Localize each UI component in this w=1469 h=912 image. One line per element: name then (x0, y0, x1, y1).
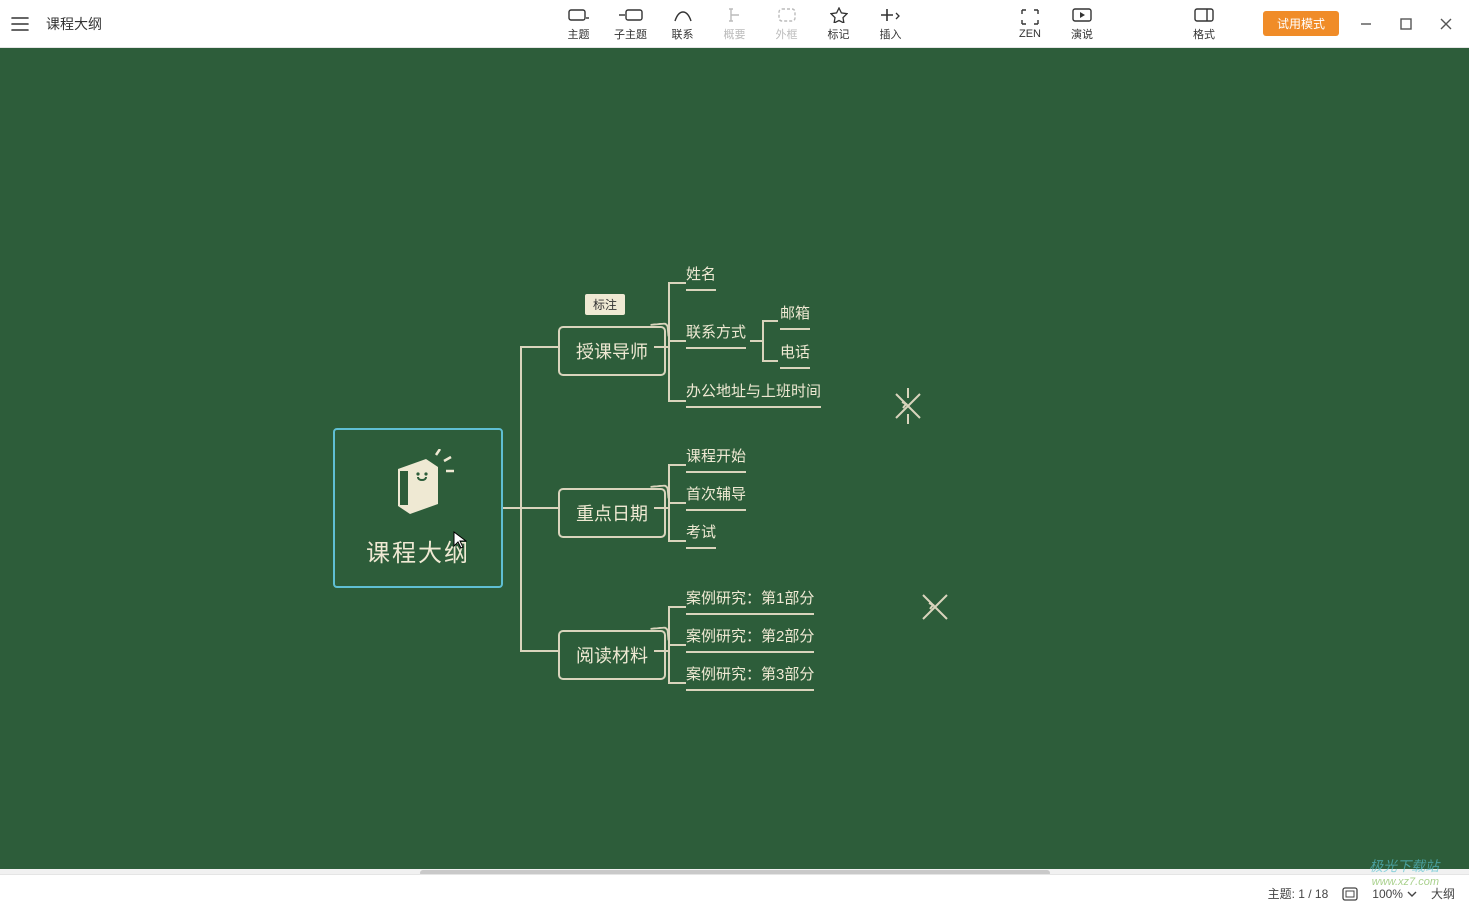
branch-dates[interactable]: 重点日期 (558, 488, 666, 538)
boundary-icon (774, 6, 800, 24)
leaf-first-tutoring[interactable]: 首次辅导 (686, 483, 746, 511)
leaf-exam[interactable]: 考试 (686, 521, 716, 549)
connector (668, 540, 686, 542)
window-close[interactable] (1431, 9, 1461, 39)
connector (668, 606, 686, 608)
window-minimize[interactable] (1351, 9, 1381, 39)
watermark: 极光下载站 www.xz7.com (1369, 856, 1439, 888)
leaf-contact[interactable]: 联系方式 (686, 321, 746, 349)
zen-icon (1017, 8, 1043, 26)
subtopic-icon (618, 6, 644, 24)
leaf-case1[interactable]: 案例研究：第1部分 (686, 587, 814, 615)
tool-insert[interactable]: 插入 (874, 6, 908, 42)
document-title: 课程大纲 (46, 14, 102, 34)
topic-icon (566, 6, 592, 24)
fit-icon (1342, 887, 1358, 901)
connector (668, 340, 686, 342)
toolbar-tools-right: ZEN 演说 格式 试用模式 (1013, 6, 1339, 42)
central-topic[interactable]: 课程大纲 (333, 428, 503, 588)
tool-summary: 概要 (718, 6, 752, 42)
format-icon (1191, 6, 1217, 24)
status-topic-count: 主题: 1 / 18 (1268, 885, 1329, 902)
connector (668, 644, 686, 646)
connector (503, 507, 521, 509)
insert-icon (878, 6, 904, 24)
mindmap-board[interactable]: 课程大纲 标注 授课导师 重点日期 阅读材料 姓名 联系方式 邮箱 电话 办公地… (0, 48, 1469, 874)
annotation-tag[interactable]: 标注 (585, 294, 625, 315)
connector (762, 360, 778, 362)
hamburger-menu[interactable] (0, 0, 40, 48)
leaf-name[interactable]: 姓名 (686, 263, 716, 291)
status-bar: 主题: 1 / 18 100% 大纲 (0, 874, 1469, 912)
present-icon (1069, 6, 1095, 24)
leaf-case3[interactable]: 案例研究：第3部分 (686, 663, 814, 691)
central-topic-label: 课程大纲 (366, 533, 470, 568)
window-controls (1351, 9, 1461, 39)
toolbar: 课程大纲 主题 子主题 联系 概要 外框 标记 插入 (0, 0, 1469, 48)
connector (520, 346, 558, 348)
leaf-phone[interactable]: 电话 (780, 341, 810, 369)
connector (668, 464, 686, 466)
connector (668, 682, 686, 684)
tool-relation[interactable]: 联系 (666, 6, 700, 42)
status-zoom[interactable]: 100% (1372, 887, 1417, 901)
sparkle-icon (890, 388, 926, 424)
connector (520, 346, 522, 652)
connector (750, 340, 762, 342)
leaf-email[interactable]: 邮箱 (780, 302, 810, 330)
tool-zen[interactable]: ZEN (1013, 8, 1047, 40)
window-maximize[interactable] (1391, 9, 1421, 39)
toolbar-tools-center: 主题 子主题 联系 概要 外框 标记 插入 (562, 6, 908, 42)
connector (654, 346, 668, 348)
tool-marker[interactable]: 标记 (822, 6, 856, 42)
leaf-case2[interactable]: 案例研究：第2部分 (686, 625, 814, 653)
trial-mode-button[interactable]: 试用模式 (1263, 11, 1339, 36)
fit-to-screen[interactable] (1342, 887, 1358, 901)
connector (668, 502, 686, 504)
connector (520, 650, 558, 652)
connector (762, 320, 778, 322)
tool-subtopic[interactable]: 子主题 (614, 6, 648, 42)
book-icon (378, 449, 458, 519)
summary-icon (722, 6, 748, 24)
branch-reading[interactable]: 阅读材料 (558, 630, 666, 680)
relation-icon (670, 6, 696, 24)
connector (668, 282, 686, 284)
connector (654, 650, 668, 652)
tool-present[interactable]: 演说 (1065, 6, 1099, 42)
connector (520, 507, 558, 509)
chevron-down-icon (1407, 890, 1417, 898)
connector (668, 400, 686, 402)
tool-topic[interactable]: 主题 (562, 6, 596, 42)
leaf-office[interactable]: 办公地址与上班时间 (686, 380, 821, 408)
canvas[interactable]: 课程大纲 标注 授课导师 重点日期 阅读材料 姓名 联系方式 邮箱 电话 办公地… (0, 48, 1469, 874)
leaf-course-start[interactable]: 课程开始 (686, 445, 746, 473)
sparkle-icon (918, 590, 952, 624)
connector (654, 507, 668, 509)
tool-format[interactable]: 格式 (1187, 6, 1221, 42)
marker-icon (826, 6, 852, 24)
connector (762, 320, 764, 362)
connector (668, 282, 670, 402)
tool-boundary: 外框 (770, 6, 804, 42)
branch-instructor[interactable]: 授课导师 (558, 326, 666, 376)
menu-icon (11, 15, 29, 33)
